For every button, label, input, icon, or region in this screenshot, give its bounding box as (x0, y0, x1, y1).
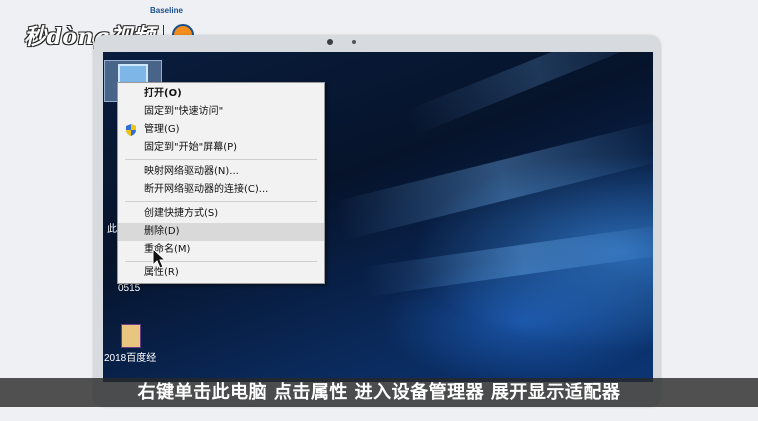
menu-item-label: 打开(O) (144, 88, 182, 99)
wallpaper-light-beam (333, 119, 653, 241)
desktop-icon-label[interactable]: 2018百度经 (104, 349, 164, 364)
wallpaper-light-beam (403, 52, 653, 137)
menu-item-pin-start[interactable]: 固定到"开始"屏幕(P) (118, 139, 324, 157)
menu-item-delete[interactable]: 删除(D) (118, 223, 324, 241)
menu-item-label: 删除(D) (144, 226, 180, 237)
menu-item-rename[interactable]: 重命名(M) (118, 241, 324, 259)
menu-item-label: 重命名(M) (144, 244, 191, 255)
menu-item-label: 映射网络驱动器(N)... (144, 166, 239, 177)
menu-item-label: 固定到"快速访问" (144, 106, 224, 117)
shield-icon (126, 124, 136, 136)
webcam-icon (327, 39, 333, 45)
menu-item-disconnect-network-drive[interactable]: 断开网络驱动器的连接(C)... (118, 181, 324, 199)
archive-icon[interactable] (121, 324, 141, 348)
menu-item-pin-quick-access[interactable]: 固定到"快速访问" (118, 103, 324, 121)
menu-item-label: 断开网络驱动器的连接(C)... (144, 184, 269, 195)
menu-separator (125, 159, 317, 160)
subtitle-bar: 右键单击此电脑 点击属性 进入设备管理器 展开显示适配器 (0, 378, 758, 407)
menu-item-label: 固定到"开始"屏幕(P) (144, 142, 238, 153)
mouse-cursor-icon (152, 248, 166, 269)
menu-item-create-shortcut[interactable]: 创建快捷方式(S) (118, 205, 324, 223)
context-menu: 打开(O) 固定到"快速访问" 管理(G) 固定到"开始"屏幕(P) 映射网络驱… (117, 82, 325, 284)
partner-logo-text: Baseline (150, 6, 183, 15)
this-pc-label-partial: 此 (107, 224, 117, 235)
menu-item-open[interactable]: 打开(O) (118, 85, 324, 103)
subtitle-text: 右键单击此电脑 点击属性 进入设备管理器 展开显示适配器 (137, 382, 621, 403)
menu-separator (125, 201, 317, 202)
menu-item-properties[interactable]: 属性(R) (118, 264, 324, 282)
wallpaper-light-beam (363, 222, 653, 297)
menu-item-manage[interactable]: 管理(G) (118, 121, 324, 139)
menu-item-label: 创建快捷方式(S) (144, 208, 219, 219)
desktop-icon-label[interactable]: 0515 (118, 283, 140, 294)
menu-item-label: 管理(G) (144, 124, 180, 135)
sensor-icon (352, 40, 356, 44)
menu-item-map-network-drive[interactable]: 映射网络驱动器(N)... (118, 163, 324, 181)
